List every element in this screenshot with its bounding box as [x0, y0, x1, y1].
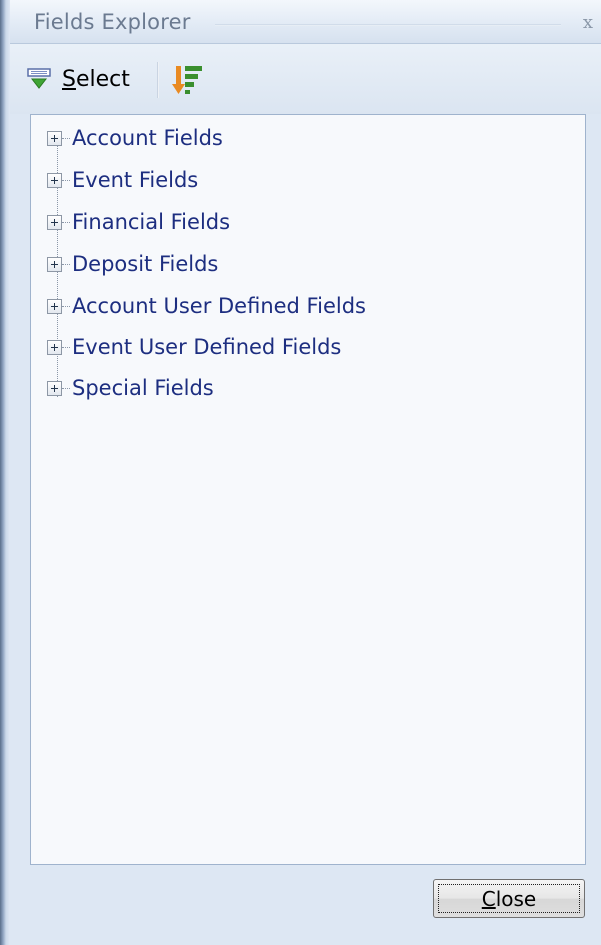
close-label-rest: lose	[495, 886, 537, 911]
close-button-focus-rect: Close	[438, 884, 580, 913]
expand-icon[interactable]	[47, 380, 62, 396]
tree-item-label: Account Fields	[72, 126, 223, 150]
expand-icon[interactable]	[47, 130, 62, 146]
tree-item-financial-fields[interactable]: Financial Fields	[47, 207, 230, 237]
expand-icon[interactable]	[47, 172, 62, 188]
tree-branch-line	[62, 137, 70, 139]
tree-branch-line	[62, 346, 70, 348]
title-bar-grip	[215, 24, 561, 26]
window-frame: Fields Explorer x Select Account Fields …	[10, 0, 601, 945]
select-fields-icon	[27, 68, 51, 89]
tree-item-label: Special Fields	[72, 376, 214, 400]
expand-icon[interactable]	[47, 298, 62, 314]
close-window-icon[interactable]: x	[583, 12, 593, 33]
window-title: Fields Explorer	[34, 10, 191, 34]
tree-item-special-fields[interactable]: Special Fields	[47, 373, 214, 403]
tree-item-event-fields[interactable]: Event Fields	[47, 165, 198, 195]
expand-icon[interactable]	[47, 256, 62, 272]
tree-item-label: Event User Defined Fields	[72, 335, 342, 359]
tree-item-account-fields[interactable]: Account Fields	[47, 123, 223, 153]
tree-item-label: Deposit Fields	[72, 252, 219, 276]
title-bar[interactable]: Fields Explorer x	[10, 0, 601, 44]
toolbar-separator	[157, 62, 159, 98]
sort-order-icon[interactable]	[172, 63, 204, 97]
expand-icon[interactable]	[47, 339, 62, 355]
select-button[interactable]: Select	[26, 62, 130, 96]
tree-item-event-user-defined-fields[interactable]: Event User Defined Fields	[47, 332, 341, 362]
fields-tree[interactable]: Account Fields Event Fields Financial Fi…	[30, 114, 586, 865]
close-button[interactable]: Close	[433, 879, 585, 918]
toolbar: Select	[10, 44, 601, 114]
tree-item-label: Event Fields	[72, 168, 199, 192]
window-left-edge	[0, 0, 10, 945]
select-access-key: S	[62, 66, 76, 92]
tree-branch-line	[62, 263, 70, 265]
select-label-rest: elect	[75, 66, 130, 92]
tree-branch-line	[62, 305, 70, 307]
tree-item-label: Account User Defined Fields	[72, 294, 366, 318]
select-button-label: Select	[62, 67, 130, 92]
tree-item-label: Financial Fields	[72, 210, 231, 234]
tree-item-account-user-defined-fields[interactable]: Account User Defined Fields	[47, 291, 366, 321]
fields-explorer-window: Fields Explorer x Select Account Fields …	[0, 0, 601, 945]
tree-branch-line	[62, 387, 70, 389]
expand-icon[interactable]	[47, 214, 62, 230]
tree-item-deposit-fields[interactable]: Deposit Fields	[47, 249, 218, 279]
close-access-key: C	[481, 886, 496, 911]
tree-branch-line	[62, 179, 70, 181]
tree-branch-line	[62, 221, 70, 223]
